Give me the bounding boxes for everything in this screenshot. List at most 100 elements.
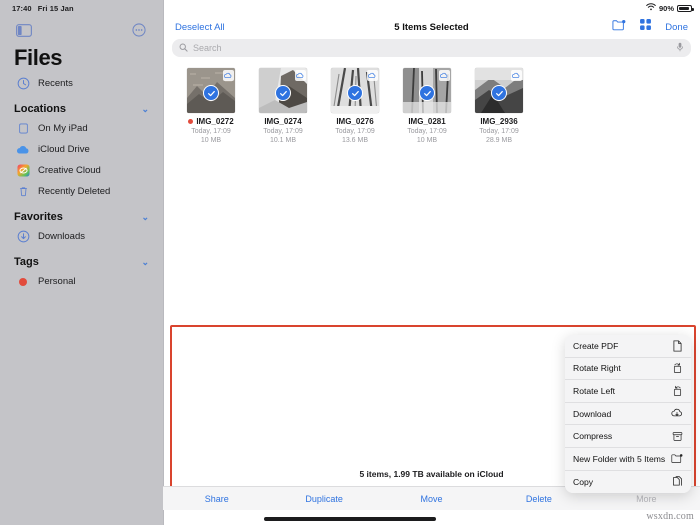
- sidebar-item-label: Personal: [38, 276, 76, 287]
- chevron-down-icon[interactable]: ⌄: [141, 257, 149, 268]
- file-size: 28.9 MB: [485, 137, 513, 144]
- selection-toolbar: Deselect All 5 Items Selected Done: [163, 16, 700, 38]
- file-name-row: IMG_0272: [188, 117, 234, 126]
- thumbnail-wrap[interactable]: [475, 68, 523, 113]
- file-name: IMG_0276: [336, 117, 374, 126]
- file-name: IMG_0281: [408, 117, 446, 126]
- icloud-download-icon: [366, 69, 378, 81]
- red-dot-icon: [16, 275, 30, 289]
- watermark: wsxdn.com: [646, 511, 694, 522]
- sidebar-item-label: Downloads: [38, 231, 85, 242]
- search-icon: [179, 39, 188, 57]
- status-time: 17:40: [12, 4, 32, 13]
- home-indicator: [264, 517, 436, 521]
- page-title: Files: [14, 45, 63, 70]
- copy-icon: [671, 476, 683, 488]
- file-date: Today, 17:09: [263, 128, 303, 135]
- menu-item-new-folder-with-items[interactable]: New Folder with 5 Items: [565, 447, 691, 471]
- file-item[interactable]: IMG_2936 Today, 17:09 28.9 MB: [463, 68, 535, 144]
- document-icon: [671, 340, 683, 352]
- file-item[interactable]: IMG_0276 Today, 17:09 13.6 MB: [319, 68, 391, 144]
- menu-item-label: Rotate Left: [573, 385, 616, 396]
- file-name-row: IMG_0276: [336, 117, 373, 126]
- trash-icon: [16, 185, 30, 199]
- chevron-down-icon[interactable]: ⌄: [141, 104, 149, 115]
- menu-item-rotate-left[interactable]: Rotate Left: [565, 380, 691, 403]
- red-tag-dot-icon: [188, 119, 194, 124]
- file-size: 10 MB: [416, 137, 438, 144]
- menu-item-label: Compress: [573, 431, 613, 442]
- battery-percent: 90%: [658, 3, 674, 13]
- file-date: Today, 17:09: [335, 128, 375, 135]
- menu-item-rotate-right[interactable]: Rotate Right: [565, 357, 691, 381]
- download-circle-icon: [16, 230, 30, 244]
- sidebar-section-favorites[interactable]: Favorites ⌄: [0, 202, 163, 226]
- file-name-row: IMG_0274: [264, 117, 301, 126]
- sidebar-item-personal-tag[interactable]: Personal: [0, 271, 163, 292]
- selected-checkmark-icon: [491, 85, 507, 102]
- search-input[interactable]: Search: [193, 43, 671, 53]
- chevron-down-icon[interactable]: ⌄: [141, 212, 149, 223]
- icloud-icon: [16, 143, 30, 157]
- battery-icon: [677, 4, 694, 12]
- file-date: Today, 17:09: [407, 128, 447, 135]
- menu-item-create-pdf[interactable]: Create PDF: [565, 335, 691, 358]
- ipad-icon: [16, 122, 30, 136]
- sidebar-item-label: iCloud Drive: [38, 144, 90, 155]
- sidebar-section-locations[interactable]: Locations ⌄: [0, 94, 163, 118]
- menu-item-copy[interactable]: Copy: [565, 470, 691, 494]
- sidebar-item-on-my-ipad[interactable]: On My iPad: [0, 118, 163, 139]
- thumbnail-wrap[interactable]: [259, 68, 307, 113]
- thumbnail-wrap[interactable]: [403, 68, 451, 113]
- sidebar-toggle-icon[interactable]: [14, 20, 34, 40]
- context-menu: Create PDF Rotate Right Rotate Left Down…: [565, 335, 691, 494]
- thumbnail-wrap[interactable]: [187, 68, 235, 113]
- thumbnail-wrap[interactable]: [331, 68, 379, 113]
- share-button[interactable]: Share: [163, 494, 270, 504]
- cloud-download-icon: [671, 408, 683, 420]
- sidebar-item-creative-cloud[interactable]: Creative Cloud: [0, 160, 163, 181]
- sidebar-item-recently-deleted[interactable]: Recently Deleted: [0, 181, 163, 202]
- file-size: 10.1 MB: [269, 137, 297, 144]
- file-size: 13.6 MB: [341, 137, 369, 144]
- search-bar[interactable]: Search: [172, 39, 691, 57]
- move-button[interactable]: Move: [378, 494, 485, 504]
- file-item[interactable]: IMG_0281 Today, 17:09 10 MB: [391, 68, 463, 144]
- menu-item-label: Rotate Right: [573, 363, 621, 374]
- selected-checkmark-icon: [347, 85, 363, 102]
- menu-item-compress[interactable]: Compress: [565, 425, 691, 448]
- file-item[interactable]: IMG_0272 Today, 17:09 10 MB: [175, 68, 247, 144]
- sidebar-top-row: [0, 13, 163, 40]
- grid-view-icon[interactable]: [639, 18, 652, 36]
- selected-checkmark-icon: [275, 85, 291, 102]
- sidebar-item-icloud-drive[interactable]: iCloud Drive: [0, 139, 163, 160]
- new-folder-icon[interactable]: [612, 18, 626, 36]
- more-button[interactable]: More: [593, 494, 700, 504]
- ellipsis-circle-icon[interactable]: [129, 20, 149, 40]
- deselect-all-button[interactable]: Deselect All: [175, 22, 225, 33]
- sidebar-section-title: Favorites: [14, 211, 63, 223]
- icloud-download-icon: [438, 69, 450, 81]
- new-folder-icon: [671, 453, 683, 465]
- duplicate-button[interactable]: Duplicate: [270, 494, 377, 504]
- sidebar-divider: [163, 0, 164, 525]
- files-app-window: 17:40 Fri 15 Jan Files Recents Locations…: [0, 0, 700, 525]
- sidebar-item-label: Creative Cloud: [38, 165, 101, 176]
- icloud-download-icon: [222, 69, 234, 81]
- sidebar-section-tags[interactable]: Tags ⌄: [0, 247, 163, 271]
- menu-item-download[interactable]: Download: [565, 402, 691, 426]
- file-item[interactable]: IMG_0274 Today, 17:09 10.1 MB: [247, 68, 319, 144]
- file-name: IMG_0274: [264, 117, 302, 126]
- sidebar-item-recents[interactable]: Recents: [0, 73, 163, 94]
- archive-box-icon: [671, 430, 683, 442]
- done-button[interactable]: Done: [665, 22, 688, 33]
- delete-button[interactable]: Delete: [485, 494, 592, 504]
- microphone-icon[interactable]: [676, 39, 684, 57]
- file-grid: IMG_0272 Today, 17:09 10 MB IMG_0274 Tod…: [175, 68, 688, 144]
- menu-item-label: Copy: [573, 476, 594, 487]
- sidebar-section-title: Tags: [14, 256, 39, 268]
- file-name: IMG_2936: [480, 117, 518, 126]
- sidebar-item-downloads[interactable]: Downloads: [0, 226, 163, 247]
- rotate-right-icon: [671, 362, 683, 374]
- file-name: IMG_0272: [196, 117, 234, 126]
